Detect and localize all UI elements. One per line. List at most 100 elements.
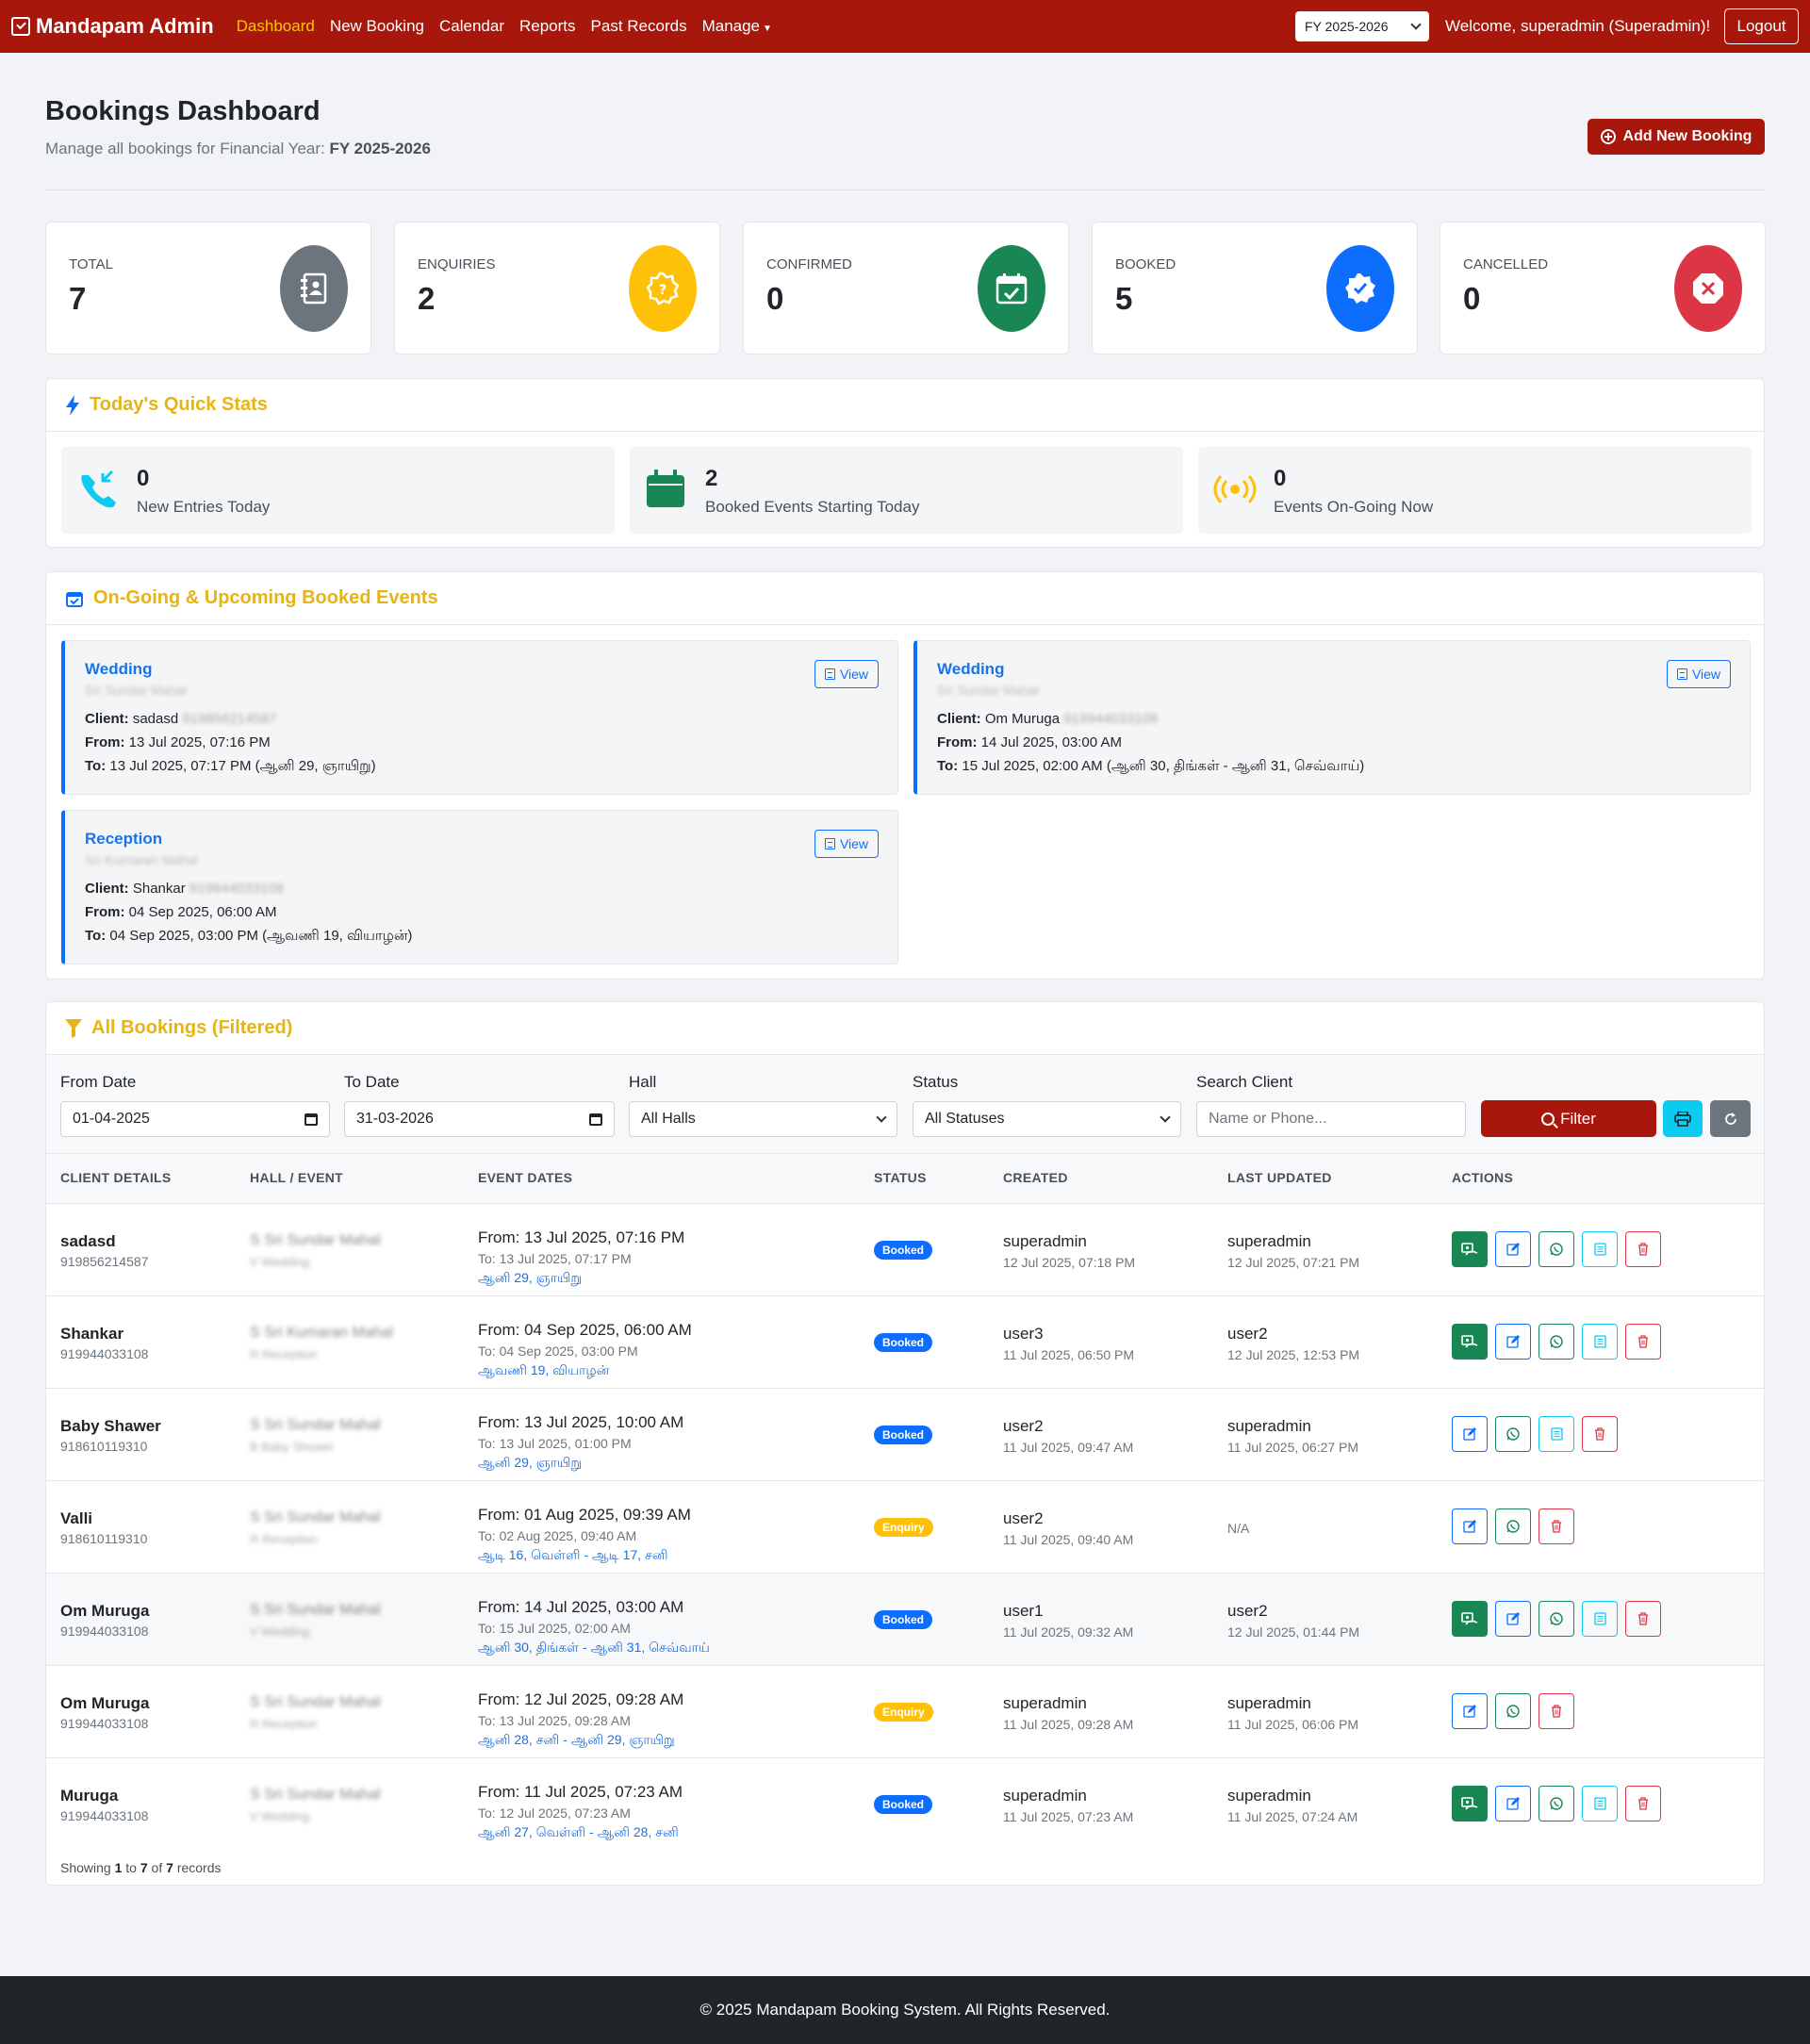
- hall-name: S Sri Sundar Mahal: [250, 1417, 381, 1433]
- print-button[interactable]: [1663, 1100, 1703, 1137]
- whatsapp-button[interactable]: [1495, 1508, 1531, 1544]
- view-button[interactable]: View: [1667, 660, 1731, 688]
- event-from: From: 13 Jul 2025, 07:16 PM: [478, 1228, 685, 1246]
- event-to: To: 04 Sep 2025, 03:00 PM (ஆவணி 19, வியா…: [85, 928, 412, 946]
- status-badge: Enquiry: [874, 1518, 933, 1537]
- event-to: To: 04 Sep 2025, 03:00 PM: [478, 1343, 638, 1359]
- row-actions: [1452, 1786, 1669, 1821]
- column-header-client: CLIENT DETAILS: [60, 1170, 172, 1185]
- event-type: R Reception: [250, 1717, 318, 1731]
- nav-manage-dropdown[interactable]: Manage ▼: [702, 17, 772, 36]
- invoice-button[interactable]: [1582, 1324, 1618, 1360]
- status-select[interactable]: All Statuses: [913, 1101, 1181, 1137]
- pagination-info: Showing 1 to 7 of 7 records: [60, 1860, 222, 1875]
- from-date-input[interactable]: 01-04-2025: [60, 1101, 330, 1137]
- created-by: user2: [1003, 1417, 1044, 1435]
- stat-value: 0: [766, 281, 784, 316]
- tamil-date: ஆனி 27, வெள்ளி - ஆனி 28, சனி: [478, 1824, 679, 1839]
- client-phone: 919944033108: [60, 1624, 149, 1639]
- status-badge: Booked: [874, 1426, 933, 1444]
- invoice-button[interactable]: [1582, 1601, 1618, 1637]
- nav-manage-label: Manage: [701, 17, 761, 35]
- column-header-actions: ACTIONS: [1452, 1170, 1514, 1185]
- payment-button[interactable]: [1452, 1231, 1488, 1267]
- edit-button[interactable]: [1495, 1601, 1531, 1637]
- payment-button[interactable]: [1452, 1601, 1488, 1637]
- delete-button[interactable]: [1538, 1693, 1574, 1729]
- welcome-text: Welcome, superadmin (Superadmin)!: [1445, 17, 1711, 35]
- whatsapp-icon: [1549, 1611, 1564, 1626]
- nav-calendar[interactable]: Calendar: [439, 17, 504, 36]
- invoice-button[interactable]: [1582, 1786, 1618, 1821]
- invoice-button[interactable]: [1538, 1416, 1574, 1452]
- stat-card-confirmed: Confirmed 0: [743, 222, 1069, 354]
- add-new-booking-button[interactable]: Add New Booking: [1588, 119, 1765, 155]
- search-client-input[interactable]: Name or Phone...: [1196, 1101, 1466, 1137]
- whatsapp-button[interactable]: [1495, 1416, 1531, 1452]
- nav-past-records[interactable]: Past Records: [591, 17, 687, 36]
- delete-button[interactable]: [1625, 1231, 1661, 1267]
- filter-button[interactable]: Filter: [1481, 1100, 1656, 1137]
- status-badge: Booked: [874, 1333, 933, 1352]
- client-label: Client:: [85, 711, 129, 727]
- client-label: Client:: [937, 711, 981, 727]
- whatsapp-button[interactable]: [1538, 1231, 1574, 1267]
- event-to-value: 15 Jul 2025, 02:00 AM (ஆனி 30, திங்கள் -…: [962, 758, 1365, 774]
- filter-label: Filter: [1560, 1109, 1596, 1128]
- whatsapp-button[interactable]: [1538, 1786, 1574, 1821]
- nav-dashboard[interactable]: Dashboard: [237, 17, 315, 36]
- cash-hand-icon: [1461, 1611, 1478, 1626]
- edit-button[interactable]: [1452, 1508, 1488, 1544]
- view-button[interactable]: View: [814, 830, 879, 858]
- edit-button[interactable]: [1495, 1324, 1531, 1360]
- to-date-input[interactable]: 31-03-2026: [344, 1101, 615, 1137]
- updated-by: user2: [1227, 1325, 1268, 1343]
- whatsapp-button[interactable]: [1495, 1693, 1531, 1729]
- calendar-icon: [304, 1113, 318, 1126]
- stat-value: 2: [418, 281, 436, 316]
- broadcast-icon: [1213, 475, 1257, 503]
- delete-button[interactable]: [1625, 1601, 1661, 1637]
- whatsapp-button[interactable]: [1538, 1601, 1574, 1637]
- fy-select[interactable]: FY 2025-2026: [1295, 11, 1429, 41]
- status-label: Status: [913, 1073, 959, 1091]
- event-to: To: 12 Jul 2025, 07:23 AM: [478, 1805, 631, 1821]
- brand[interactable]: Mandapam Admin: [11, 14, 214, 39]
- updated-at: 11 Jul 2025, 06:27 PM: [1227, 1440, 1359, 1455]
- event-type: B Baby Shower: [250, 1440, 335, 1454]
- whatsapp-icon: [1506, 1426, 1521, 1442]
- to-label: To:: [937, 758, 959, 774]
- edit-button[interactable]: [1452, 1416, 1488, 1452]
- payment-button[interactable]: [1452, 1786, 1488, 1821]
- brand-label: Mandapam Admin: [36, 14, 214, 38]
- whatsapp-button[interactable]: [1538, 1324, 1574, 1360]
- payment-button[interactable]: [1452, 1324, 1488, 1360]
- event-from: From: 04 Sep 2025, 06:00 AM: [478, 1321, 692, 1339]
- edit-button[interactable]: [1452, 1693, 1488, 1729]
- delete-button[interactable]: [1582, 1416, 1618, 1452]
- logout-button[interactable]: Logout: [1724, 8, 1799, 44]
- event-type: V Wedding: [250, 1255, 310, 1269]
- client-name: Shankar: [60, 1325, 124, 1343]
- status-badge: Booked: [874, 1795, 933, 1814]
- edit-button[interactable]: [1495, 1231, 1531, 1267]
- delete-button[interactable]: [1625, 1786, 1661, 1821]
- delete-button[interactable]: [1538, 1508, 1574, 1544]
- delete-button[interactable]: [1625, 1324, 1661, 1360]
- invoice-button[interactable]: [1582, 1231, 1618, 1267]
- edit-button[interactable]: [1495, 1786, 1531, 1821]
- tamil-date: ஆடி 16, வெள்ளி - ஆடி 17, சனி: [478, 1547, 668, 1562]
- row-actions: [1452, 1324, 1669, 1360]
- client-name: sadasd: [132, 711, 179, 727]
- quick-stat-value: 0: [1274, 466, 1287, 491]
- event-from: From: 13 Jul 2025, 10:00 AM: [478, 1413, 684, 1431]
- pencil-square-icon: [1463, 1520, 1476, 1533]
- lightning-icon: [65, 394, 80, 416]
- stat-label: Enquiries: [418, 256, 496, 272]
- nav-reports[interactable]: Reports: [519, 17, 576, 36]
- hall-select[interactable]: All Halls: [629, 1101, 897, 1137]
- reset-button[interactable]: [1710, 1100, 1751, 1137]
- pencil-square-icon: [1463, 1427, 1476, 1441]
- view-button[interactable]: View: [814, 660, 879, 688]
- nav-new-booking[interactable]: New Booking: [330, 17, 424, 36]
